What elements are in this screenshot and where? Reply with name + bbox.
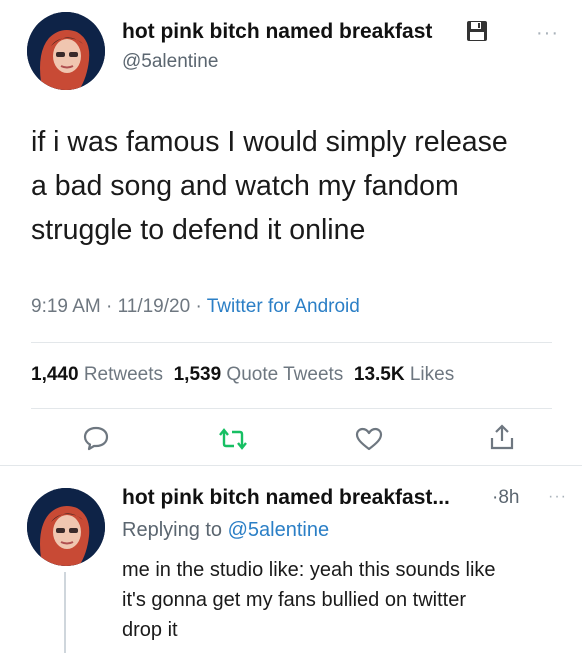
more-dots-icon[interactable]: ···: [548, 488, 567, 506]
likes-stat[interactable]: 13.5K Likes: [354, 364, 454, 385]
reply-text-line: drop it: [122, 619, 178, 641]
quotes-stat[interactable]: 1,539 Quote Tweets: [174, 364, 344, 385]
divider: [31, 408, 552, 409]
tweet-meta: 9:19 AM · 11/19/20 · Twitter for Android: [31, 296, 360, 318]
avatar[interactable]: [27, 488, 105, 566]
divider: [0, 465, 582, 466]
avatar[interactable]: [27, 12, 105, 90]
like-icon[interactable]: [355, 427, 383, 451]
floppy-disk-icon: [466, 20, 488, 47]
replying-handle-link[interactable]: @5alentine: [228, 519, 329, 541]
share-icon[interactable]: [489, 423, 515, 451]
retweets-label: Retweets: [83, 364, 164, 385]
tweet-stats: 1,440 Retweets 1,539 Quote Tweets 13.5K …: [31, 364, 454, 386]
meta-separator: ·: [195, 296, 202, 317]
retweets-stat[interactable]: 1,440 Retweets: [31, 364, 163, 385]
reply-icon[interactable]: [82, 425, 110, 451]
retweet-icon[interactable]: [218, 427, 248, 451]
meta-separator: ·: [106, 296, 113, 317]
reply-text-line: it's gonna get my fans bullied on twitte…: [122, 589, 467, 611]
tweet-text-line: struggle to defend it online: [31, 214, 366, 246]
replying-to: Replying to @5alentine: [122, 519, 329, 542]
tweet-text: if i was famous I would simply release a…: [31, 120, 508, 252]
likes-count: 13.5K: [353, 364, 405, 385]
reply-text: me in the studio like: yeah this sounds …: [122, 555, 496, 645]
likes-label: Likes: [409, 364, 455, 385]
tweet-text-line: if i was famous I would simply release: [31, 126, 508, 158]
divider: [31, 342, 552, 343]
display-name[interactable]: hot pink bitch named breakfast: [122, 20, 432, 44]
tweet-date[interactable]: 11/19/20: [118, 296, 191, 317]
quotes-label: Quote Tweets: [226, 364, 344, 385]
thread-line: [64, 572, 66, 653]
tweet-source-link[interactable]: Twitter for Android: [207, 296, 360, 317]
tweet-time[interactable]: 9:19 AM: [31, 296, 101, 317]
quotes-count: 1,539: [173, 364, 222, 385]
tweet-text-line: a bad song and watch my fandom: [31, 170, 459, 202]
more-dots-icon[interactable]: ···: [536, 22, 559, 45]
user-handle[interactable]: @5alentine: [122, 51, 218, 73]
reply-display-name[interactable]: hot pink bitch named breakfast...: [122, 486, 450, 510]
reply-time[interactable]: ·8h: [492, 487, 519, 509]
retweets-count: 1,440: [31, 364, 79, 385]
replying-prefix: Replying to: [122, 519, 223, 541]
reply-text-line: me in the studio like: yeah this sounds …: [122, 559, 496, 581]
